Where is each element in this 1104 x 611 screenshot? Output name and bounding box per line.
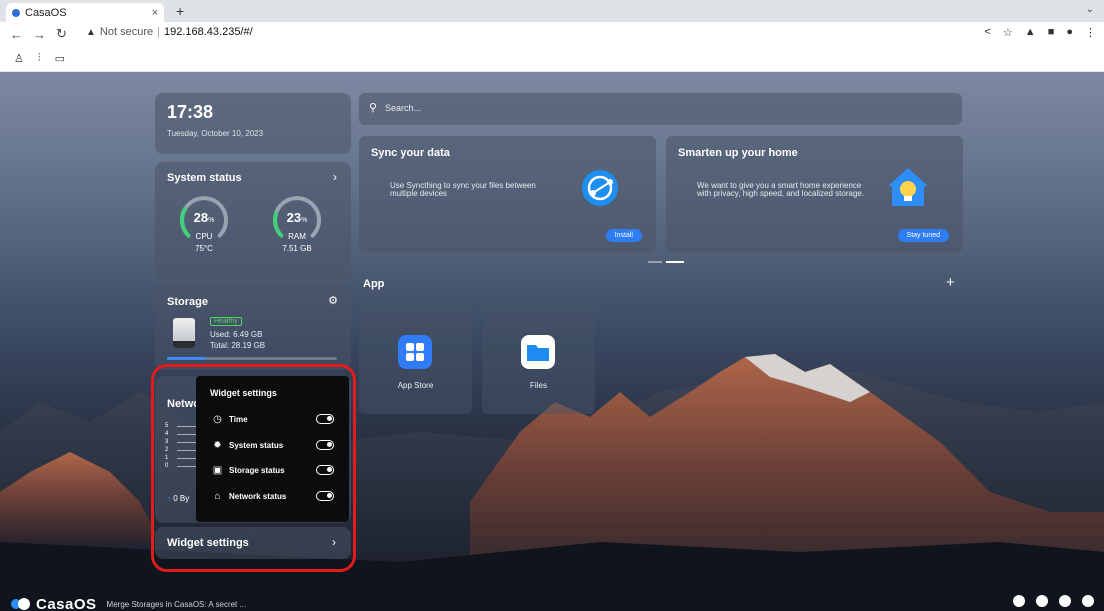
storage-usage-fill	[167, 357, 207, 360]
tab-list-chevron-icon[interactable]: ⌄	[1086, 4, 1094, 15]
casaos-desktop: 17:38 Tuesday, October 10, 2023 System s…	[0, 72, 1104, 611]
app-name: Files	[530, 381, 547, 390]
add-app-icon[interactable]: +	[946, 274, 955, 291]
terminal-icon[interactable]: ▭	[55, 52, 65, 65]
stay-tuned-button[interactable]: Stay tuned	[897, 229, 949, 242]
feedback-icon[interactable]	[1082, 595, 1094, 607]
news-ticker[interactable]: Merge Storages in CasaOS: A secret ...	[107, 600, 247, 609]
tab-close-icon[interactable]: ×	[152, 7, 158, 19]
smart-banner-title: Smarten up your home	[678, 147, 798, 159]
install-button[interactable]: Install	[605, 229, 642, 242]
share-icon[interactable]: <	[984, 26, 990, 39]
highlight-annotation	[151, 364, 356, 572]
system-status-title: System status	[167, 172, 242, 184]
ram-total: 7.51 GB	[282, 244, 312, 253]
storage-title: Storage	[167, 296, 208, 308]
search-icon: ⚲	[369, 102, 378, 114]
sync-banner-title: Sync your data	[371, 147, 450, 159]
cpu-percent: 28%	[193, 210, 215, 225]
disk-icon	[173, 318, 195, 348]
system-status-widget: System status › 28% CPU 75°C 23% RAM 7.5…	[155, 162, 351, 279]
browser-tools: < ☆ ▲ ■ ● ⋮	[984, 26, 1096, 39]
app-store-icon	[398, 335, 432, 369]
system-status-chevron-icon[interactable]: ›	[333, 170, 337, 184]
cpu-temperature: 75°C	[195, 244, 213, 253]
carousel-indicator	[648, 261, 684, 263]
casaos-favicon-icon	[12, 8, 20, 17]
files-folder-icon	[521, 335, 555, 369]
account-icon[interactable]: ♙	[14, 52, 24, 65]
profile-icon[interactable]: ●	[1066, 26, 1073, 39]
health-badge: Healthy	[210, 317, 242, 326]
syncthing-icon	[582, 170, 618, 206]
not-secure-label: Not secure	[99, 26, 154, 38]
extension-icon[interactable]: ▲	[1025, 26, 1036, 39]
address-bar: ← → ↻ ▲ Not secure | 192.168.43.235/#/ <…	[0, 22, 1104, 46]
warning-icon: ▲	[86, 26, 96, 38]
discord-icon[interactable]	[1036, 595, 1048, 607]
ram-percent: 23%	[286, 210, 308, 225]
new-tab-button[interactable]: +	[176, 3, 184, 19]
back-icon[interactable]: ←	[10, 27, 23, 42]
brand-name: CasaOS	[36, 596, 97, 611]
footer-brand: CasaOS Merge Storages in CasaOS: A secre…	[10, 596, 246, 611]
menu-icon[interactable]: ⋮	[1085, 26, 1096, 39]
reload-icon[interactable]: ↻	[56, 26, 67, 42]
footer-icons	[1013, 595, 1094, 607]
carousel-dot[interactable]	[648, 261, 662, 263]
ram-gauge: 23% RAM 7.51 GB	[268, 194, 326, 264]
casaos-toolbar: ♙ ⫶ ▭	[0, 46, 1104, 72]
storage-total: Total: 28.19 GB	[210, 341, 266, 350]
casaos-logo-icon	[11, 598, 30, 610]
sync-banner: Sync your data Use Syncthing to sync you…	[359, 136, 656, 252]
forward-icon[interactable]: →	[33, 27, 46, 42]
tab-title: CasaOS	[25, 6, 67, 19]
storage-widget: Storage ⚙ Healthy Used: 6.49 GB Total: 2…	[155, 285, 351, 370]
app-name: App Store	[397, 381, 434, 390]
storage-usage-bar	[167, 357, 337, 360]
smart-banner-desc: We want to give you a smart home experie…	[697, 181, 865, 198]
smart-home-banner: Smarten up your home We want to give you…	[666, 136, 963, 252]
sync-banner-desc: Use Syncthing to sync your files between…	[390, 181, 536, 198]
settings-sliders-icon[interactable]: ⫶	[38, 52, 41, 65]
search-bar[interactable]: ⚲ Search...	[359, 93, 962, 125]
search-placeholder: Search...	[385, 103, 422, 113]
storage-used: Used: 6.49 GB	[210, 330, 263, 339]
cpu-gauge: 28% CPU 75°C	[175, 194, 233, 264]
clock-time: 17:38	[167, 102, 214, 122]
bookmark-star-icon[interactable]: ☆	[1003, 26, 1013, 39]
side-panel-icon[interactable]: ■	[1048, 26, 1055, 39]
browser-tab-bar: CasaOS × + ⌄	[0, 0, 1104, 22]
url-field[interactable]: ▲ Not secure | 192.168.43.235/#/	[86, 26, 253, 38]
url-text: 192.168.43.235/#/	[163, 26, 253, 38]
app-store-tile[interactable]: App Store	[359, 301, 472, 414]
time-widget: 17:38 Tuesday, October 10, 2023	[155, 93, 351, 154]
chat-icon[interactable]	[1013, 595, 1025, 607]
carousel-dot-active[interactable]	[666, 261, 684, 263]
smart-home-icon	[888, 168, 928, 206]
files-tile[interactable]: Files	[482, 301, 595, 414]
cpu-label: CPU	[195, 232, 213, 241]
github-icon[interactable]	[1059, 595, 1071, 607]
ram-label: RAM	[288, 232, 306, 241]
app-section-title: App	[363, 278, 385, 290]
clock-date: Tuesday, October 10, 2023	[167, 129, 264, 138]
address-separator: |	[157, 26, 160, 38]
browser-tab[interactable]: CasaOS ×	[6, 3, 164, 22]
storage-settings-icon[interactable]: ⚙	[328, 294, 338, 307]
